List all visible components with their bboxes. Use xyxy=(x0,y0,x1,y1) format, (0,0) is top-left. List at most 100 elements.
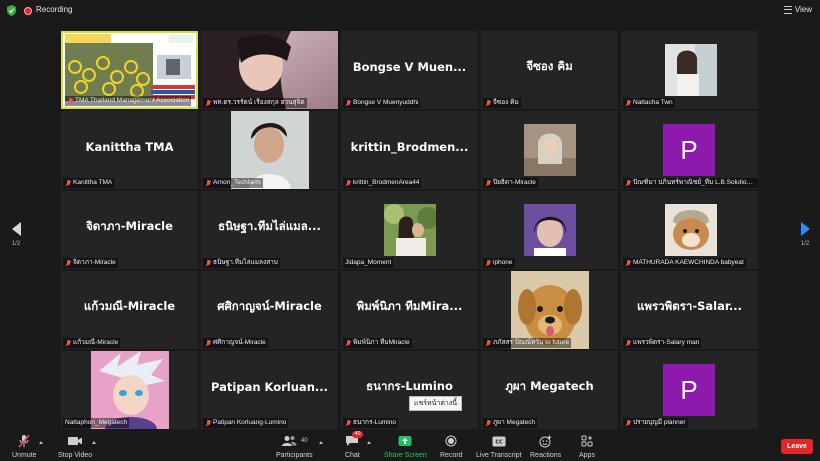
participant-tile[interactable]: Patipan Korluan... Patipan Korluang-Lumi… xyxy=(201,351,338,429)
participant-display-name: ศศิกาญจน์-Miracle xyxy=(217,299,322,313)
participant-tile[interactable]: TMA Thailand Management Association xyxy=(61,31,198,109)
share-screen-button[interactable]: Share Screen xyxy=(384,434,427,461)
participant-tile[interactable]: MATHURADA KAEWCHINDA babyeat xyxy=(621,191,758,269)
participant-name-label: ปรายบุญมี planner xyxy=(623,418,688,428)
chat-button[interactable]: 40 Chat xyxy=(345,431,363,461)
participant-tile[interactable]: ภภัสสร ปัณณ์ทวัน to future xyxy=(481,271,618,349)
share-icon-wrap xyxy=(398,434,412,448)
participants-label: Participants xyxy=(276,452,313,459)
participant-name: Arnon_Techfarm xyxy=(213,179,261,186)
stop-video-button[interactable]: Stop Video xyxy=(58,434,92,461)
participants-options-caret-icon[interactable] xyxy=(319,441,323,444)
participant-tile[interactable]: Arnon_Techfarm xyxy=(201,111,338,189)
participant-tile[interactable]: ปิยธิดา-Miracle xyxy=(481,111,618,189)
smiley-icon xyxy=(539,435,552,447)
gallery-grid: TMA Thailand Management Association พท.ด… xyxy=(61,31,758,430)
participant-name-label: krittin_BrodmenArea44 xyxy=(343,178,422,188)
participant-name: ปัณฑิมา ปภินทร์พาณิชย์_ทีม L.B.Solution … xyxy=(633,179,756,186)
participants-count: 40 xyxy=(300,438,308,444)
tooltip: แชร์หน้าต่างนี้ xyxy=(409,396,463,411)
participant-tile[interactable]: จิดาภา-Miracle จิดาภา-Miracle xyxy=(61,191,198,269)
participant-name: จีซอง คิม xyxy=(493,99,519,106)
participant-name-label: Bongse V Muenyuddhi xyxy=(343,98,421,108)
recording-icon xyxy=(24,7,32,15)
record-button[interactable]: Record xyxy=(440,434,463,461)
participant-tile[interactable]: P ปรายบุญมี planner xyxy=(621,351,758,429)
participants-button[interactable]: 40 Participants xyxy=(276,434,313,461)
muted-mic-icon xyxy=(625,259,631,267)
video-icon-wrap xyxy=(67,434,83,448)
participant-tile[interactable]: ศศิกาญจน์-Miracle ศศิกาญจน์-Miracle xyxy=(201,271,338,349)
participant-name: Nattacha Twn xyxy=(633,99,673,106)
apps-icon-wrap xyxy=(581,434,593,448)
shield-icon[interactable] xyxy=(7,5,16,16)
participant-tile[interactable]: พิมพ์นิภา ทีมMira... พิมพ์นิภา ทีมMiracl… xyxy=(341,271,478,349)
muted-mic-icon xyxy=(625,419,631,427)
participant-name-label: TMA Thailand Management Association xyxy=(65,96,192,106)
chat-unread-badge: 40 xyxy=(352,431,363,438)
participant-name: แก้วมณี-Miracle xyxy=(73,339,119,346)
video-camera-icon xyxy=(68,437,83,445)
participant-name: พท.ดร.วรรัตน์ เรืองสกุล ฮวนสุจิต xyxy=(213,99,305,106)
participant-name-label: Jidapa_Moment xyxy=(343,258,394,268)
muted-mic-icon xyxy=(345,339,351,347)
participant-name-label: Nattacha Twn xyxy=(623,98,675,108)
leave-button[interactable]: Leave xyxy=(781,439,813,454)
participant-profile-photo xyxy=(524,124,576,176)
muted-mic-icon xyxy=(625,179,631,187)
participant-name: ศศิกาญจน์-Miracle xyxy=(213,339,266,346)
participant-tile[interactable]: พท.ดร.วรรัตน์ เรืองสกุล ฮวนสุจิต xyxy=(201,31,338,109)
muted-mic-icon xyxy=(625,99,631,107)
participant-display-name: ภูผา Megatech xyxy=(505,379,594,393)
mic-icon-wrap xyxy=(18,434,30,448)
participant-name: Jidapa_Moment xyxy=(345,259,392,266)
unmute-button[interactable]: Unmute xyxy=(12,434,37,461)
participant-tile[interactable]: iphone xyxy=(481,191,618,269)
participant-tile[interactable]: krittin_Brodmen... krittin_BrodmenArea44 xyxy=(341,111,478,189)
participant-tile[interactable]: Kanittha TMA Kanittha TMA xyxy=(61,111,198,189)
arrow-right-icon xyxy=(800,222,810,236)
participant-tile[interactable]: Bongse V Muen... Bongse V Muenyuddhi xyxy=(341,31,478,109)
participant-name-label: ปิยธิดา-Miracle xyxy=(483,178,538,188)
participant-tile[interactable]: Jidapa_Moment xyxy=(341,191,478,269)
participant-tile[interactable]: จีซอง คิม จีซอง คิม xyxy=(481,31,618,109)
participant-name-label: พิมพ์นิภา ทีมMiracle xyxy=(343,338,412,348)
participant-tile[interactable]: Nattacha Twn xyxy=(621,31,758,109)
participant-tile[interactable]: ธนากร-Lumino ธนากร-Lumino xyxy=(341,351,478,429)
participant-display-name: krittin_Brodmen... xyxy=(350,140,469,154)
next-page-button[interactable]: 1/2 xyxy=(795,222,815,247)
participant-tile[interactable]: แพรวพิตรา-Salar... แพรวพิตรา-Salary man xyxy=(621,271,758,349)
chat-options-caret-icon[interactable] xyxy=(367,441,371,444)
apps-button[interactable]: Apps xyxy=(579,434,595,461)
muted-mic-icon xyxy=(205,179,211,187)
participant-name: iphone xyxy=(493,259,513,266)
participant-tile[interactable]: ภูผา Megatech ภูผา Megatech xyxy=(481,351,618,429)
view-grid-icon xyxy=(783,6,792,14)
participant-name-label: แพรวพิตรา-Salary man xyxy=(623,338,702,348)
live-transcript-button[interactable]: CC Live Transcript xyxy=(476,434,522,461)
participant-name: พิมพ์นิภา ทีมMiracle xyxy=(353,339,410,346)
participant-display-name: แก้วมณี-Miracle xyxy=(83,299,176,313)
audio-options-caret-icon[interactable] xyxy=(39,441,43,444)
participant-name: MATHURADA KAEWCHINDA babyeat xyxy=(633,259,744,266)
participant-tile[interactable]: แก้วมณี-Miracle แก้วมณี-Miracle xyxy=(61,271,198,349)
video-options-caret-icon[interactable] xyxy=(92,441,96,444)
participant-name-label: ธนิษฐา.ทีมไล่แมลงสาบ xyxy=(203,258,280,268)
participant-name: จิดาภา-Miracle xyxy=(73,259,116,266)
chat-label: Chat xyxy=(345,452,360,459)
muted-mic-icon xyxy=(205,99,211,107)
record-label: Record xyxy=(440,452,463,459)
participant-name: Patipan Korluang-Lumino xyxy=(213,419,287,426)
participant-tile[interactable]: P ปัณฑิมา ปภินทร์พาณิชย์_ทีม L.B.Solutio… xyxy=(621,111,758,189)
view-button[interactable]: View xyxy=(783,4,812,16)
participant-tile[interactable]: Nattaphon_Megatech xyxy=(61,351,198,429)
muted-mic-icon xyxy=(485,99,491,107)
participant-name-label: จิดาภา-Miracle xyxy=(63,258,118,268)
participant-tile[interactable]: ธนิษฐา.ทีมไล่แมล... ธนิษฐา.ทีมไล่แมลงสาบ xyxy=(201,191,338,269)
previous-page-button[interactable]: 1/2 xyxy=(6,222,26,247)
participant-name-label: แก้วมณี-Miracle xyxy=(63,338,121,348)
reactions-button[interactable]: Reactions xyxy=(530,434,561,461)
arrow-left-icon xyxy=(11,222,21,236)
view-label: View xyxy=(794,5,812,14)
record-icon-wrap xyxy=(445,434,457,448)
